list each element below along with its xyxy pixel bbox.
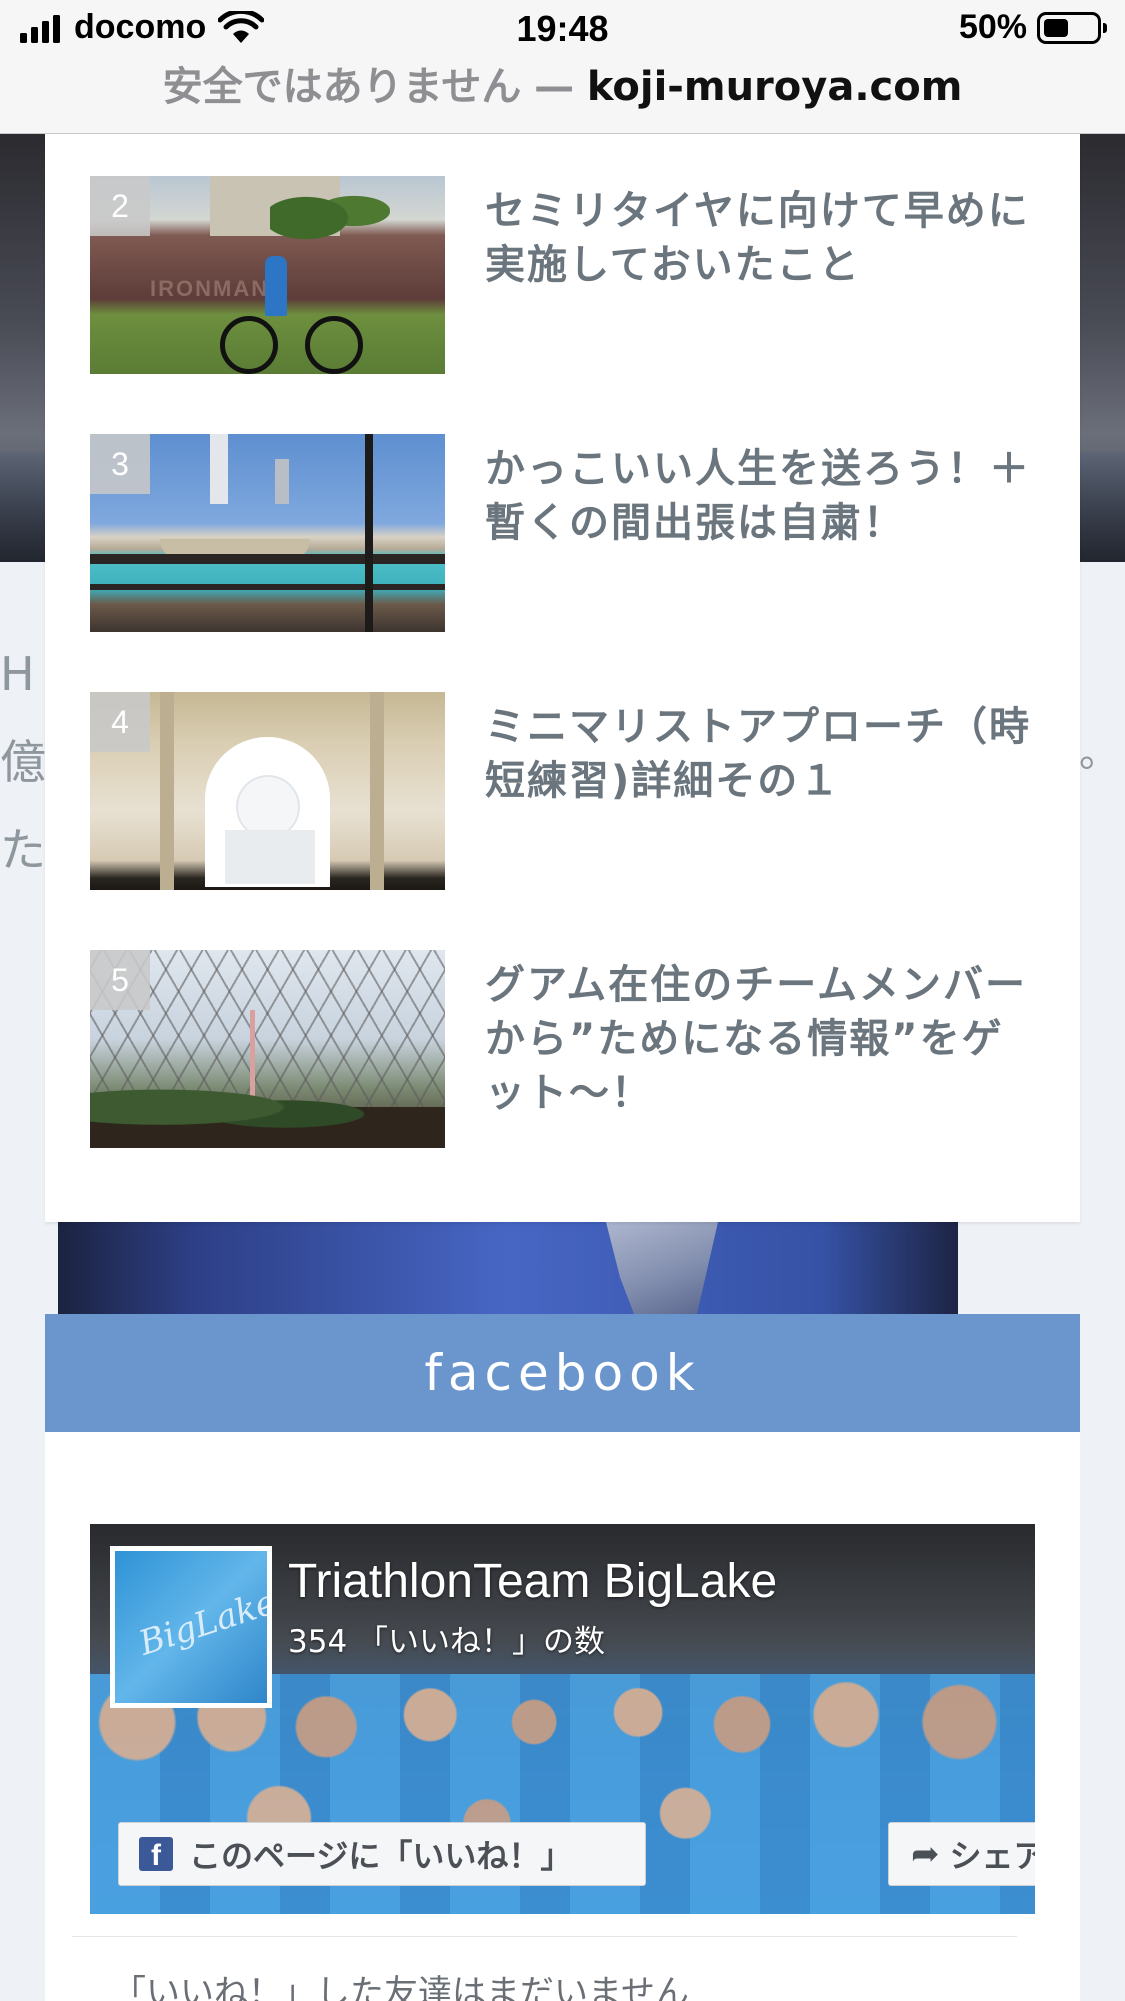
rank-badge: 5 xyxy=(90,950,150,1010)
post-title[interactable]: かっこいい人生を送ろう！＋暫くの間出張は自粛！ xyxy=(485,442,1045,550)
post-item[interactable]: 5 グアム在住のチームメンバーから”ためになる情報”をゲット～！ xyxy=(90,950,1070,1148)
address-separator: — xyxy=(534,64,575,110)
address-domain: koji-muroya.com xyxy=(586,64,963,110)
address-bar[interactable]: 安全ではありません — koji-muroya.com xyxy=(0,62,1125,134)
post-item[interactable]: IRONMAN 2 セミリタイヤに向けて早めに実施しておいたこと xyxy=(90,176,1070,374)
popular-posts-widget: IRONMAN 2 セミリタイヤに向けて早めに実施しておいたこと 3 かっこいい… xyxy=(45,134,1080,1222)
background-text: H 億 た xyxy=(0,647,46,877)
post-thumbnail[interactable]: IRONMAN 2 xyxy=(90,176,445,374)
share-button[interactable]: ➦ シェア xyxy=(888,1822,1035,1886)
status-right: 50% xyxy=(958,8,1107,47)
post-item[interactable]: 4 ミニマリストアプローチ（時短練習)詳細その１ xyxy=(90,692,1070,890)
post-thumbnail[interactable]: 5 xyxy=(90,950,445,1148)
rank-badge: 3 xyxy=(90,434,150,494)
post-item[interactable]: 3 かっこいい人生を送ろう！＋暫くの間出張は自粛！ xyxy=(90,434,1070,632)
facebook-widget: facebook BigLake TriathlonTeam BigLake 3… xyxy=(45,1314,1080,2001)
post-title[interactable]: グアム在住のチームメンバーから”ためになる情報”をゲット～！ xyxy=(485,958,1045,1120)
post-thumbnail[interactable]: 3 xyxy=(90,434,445,632)
like-page-button[interactable]: f このページに「いいね！」 xyxy=(118,1822,646,1886)
post-thumbnail[interactable]: 4 xyxy=(90,692,445,890)
facebook-friends-panel: 「いいね！」した友達はまだいません xyxy=(72,1936,1017,2001)
post-title[interactable]: ミニマリストアプローチ（時短練習)詳細その１ xyxy=(485,700,1045,808)
battery-icon xyxy=(1037,11,1107,44)
share-arrow-icon: ➦ xyxy=(911,1834,940,1874)
page-name-link[interactable]: TriathlonTeam BigLake xyxy=(288,1554,777,1609)
share-button-label: シェア xyxy=(949,1837,1036,1875)
facebook-widget-header: facebook xyxy=(45,1314,1080,1432)
background-text-right: 。 xyxy=(1079,730,1119,776)
security-warning: 安全ではありません xyxy=(162,64,522,110)
post-title[interactable]: セミリタイヤに向けて早めに実施しておいたこと xyxy=(485,184,1045,292)
page-logo[interactable]: BigLake xyxy=(110,1546,272,1708)
status-time: 19:48 xyxy=(516,8,609,49)
like-count: 354 「いいね！」の数 xyxy=(288,1624,606,1660)
facebook-page-plugin[interactable]: BigLake TriathlonTeam BigLake 354 「いいね！」… xyxy=(90,1524,1035,1914)
friends-like-text: 「いいね！」した友達はまだいません xyxy=(112,1973,689,2001)
rank-badge: 4 xyxy=(90,692,150,752)
status-bar: docomo 19:48 50% xyxy=(0,0,1125,62)
like-page-button-label: このページに「いいね！」 xyxy=(189,1837,573,1875)
facebook-icon: f xyxy=(139,1837,173,1872)
rank-badge: 2 xyxy=(90,176,150,236)
battery-percent: 50% xyxy=(958,8,1027,46)
background-banner-image xyxy=(58,1222,958,1314)
